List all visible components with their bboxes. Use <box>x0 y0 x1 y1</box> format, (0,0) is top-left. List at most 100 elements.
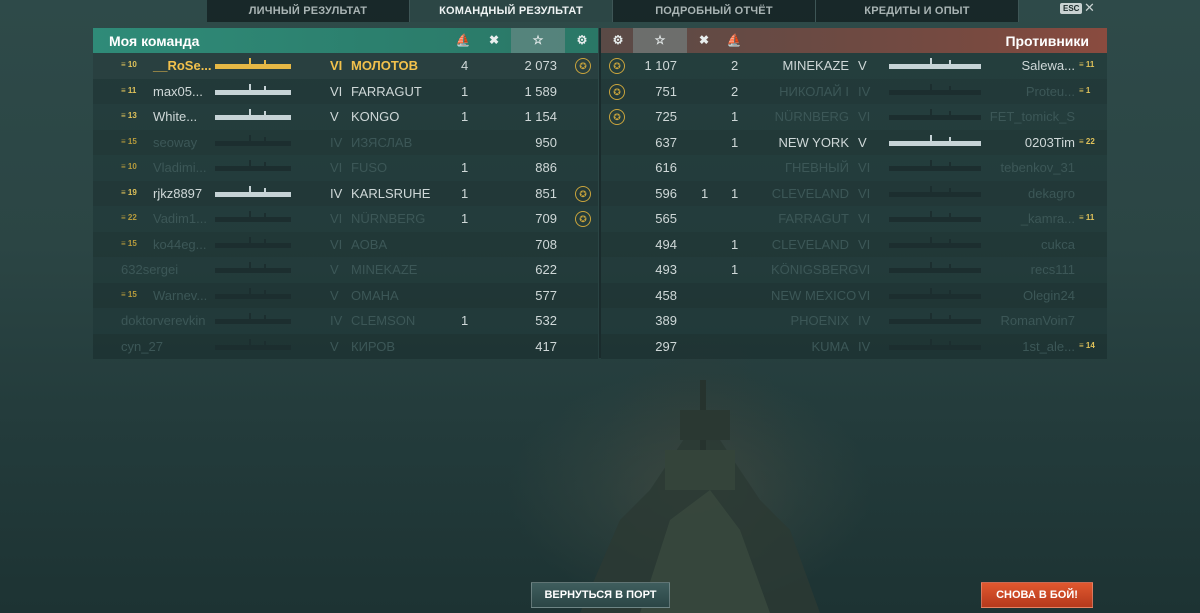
player-name[interactable]: Vladimi... <box>153 160 206 175</box>
ship-tier: V <box>330 287 339 303</box>
player-name[interactable]: __RoSe... <box>153 58 212 73</box>
player-name[interactable]: Salewa... <box>987 58 1075 73</box>
table-row[interactable]: ≡ 10 Vladimi... VI FUSO 1 886 <box>93 155 598 181</box>
table-row[interactable]: ✪ 1 107 2 MINEKAZE V Salewa... ≡ 11 <box>601 53 1107 79</box>
xp-value: 725 <box>655 109 677 124</box>
ship-mast <box>949 60 951 64</box>
ship-mast <box>949 289 951 294</box>
table-row[interactable]: 616 ГНЕВНЫЙ VI tebenkov_31 <box>601 155 1107 181</box>
tab-3[interactable]: ПОДРОБНЫЙ ОТЧЁТ <box>613 0 816 22</box>
ship-name: NÜRNBERG <box>351 211 426 226</box>
player-name[interactable]: White... <box>153 109 197 124</box>
ship-name: PHOENIX <box>790 313 849 328</box>
ship-mast <box>264 289 266 294</box>
tab-4[interactable]: КРЕДИТЫ И ОПЫТ <box>816 0 1019 22</box>
table-row[interactable]: 632sergei V MINEKAZE 622 <box>93 257 598 283</box>
ship-mast <box>264 162 266 166</box>
player-name[interactable]: RomanVoin7 <box>987 313 1075 328</box>
player-name[interactable]: cukca <box>987 237 1075 252</box>
table-row[interactable]: ≡ 19 rjkz8897 IV KARLSRUHE 1 851 ✪ <box>93 180 598 206</box>
kills-count: 1 <box>461 211 469 226</box>
ship-tier: VI <box>330 236 343 252</box>
player-name[interactable]: ko44eg... <box>153 237 207 252</box>
player-name[interactable]: rjkz8897 <box>153 186 202 201</box>
table-row[interactable]: ✪ 725 1 NÜRNBERG VI FET_tomick_S <box>601 104 1107 130</box>
enemy-team-rows: ✪ 1 107 2 MINEKAZE V Salewa... ≡ 11 ✪ 751 2 НИКОЛА… <box>601 53 1107 359</box>
xp-value: 458 <box>655 287 677 303</box>
table-row[interactable]: doktorverevkin IV CLEMSON 1 532 <box>93 308 598 334</box>
tab-2[interactable]: КОМАНДНЫЙ РЕЗУЛЬТАТ <box>410 0 613 22</box>
player-name[interactable]: Vadim1... <box>153 211 207 226</box>
player-name[interactable]: max05... <box>153 84 203 99</box>
table-row[interactable]: ≡ 15 seoway IV ИЗЯСЛАВ 950 <box>93 129 598 155</box>
xp-star-icon: ☆ <box>633 28 687 53</box>
table-row[interactable]: ✪ 751 2 НИКОЛАЙ I IV Proteu... ≡ 1 <box>601 78 1107 104</box>
ship-name: MINEKAZE <box>782 58 849 73</box>
table-row[interactable]: 565 FARRAGUT VI _kamra... ≡ 11 <box>601 206 1107 232</box>
kills-count: 1 <box>731 236 739 252</box>
player-name[interactable]: _kamra... <box>987 211 1075 226</box>
table-row[interactable]: 458 NEW MEXICO VI Olegin24 <box>601 282 1107 308</box>
xp-value: 751 <box>655 83 677 99</box>
table-row[interactable]: cyn_27 V КИРОВ 417 <box>93 333 598 359</box>
rank-badge: ≡ 10 <box>121 60 137 69</box>
player-name[interactable]: doktorverevkin <box>121 313 206 328</box>
rank-badge: ≡ 11 <box>1079 60 1095 69</box>
player-name[interactable]: 0203Tim <box>987 135 1075 150</box>
planes-count: 1 <box>701 185 709 201</box>
player-name[interactable]: Proteu... <box>987 84 1075 99</box>
return-to-port-button[interactable]: ВЕРНУТЬСЯ В ПОРТ <box>531 582 670 608</box>
rank-badge: ≡ 15 <box>121 289 137 299</box>
table-row[interactable]: 596 1 1 CLEVELAND VI dekagro <box>601 180 1107 206</box>
ship-name: NEW YORK <box>778 134 849 150</box>
esc-key-hint[interactable]: ESC <box>1060 3 1083 14</box>
player-name[interactable]: seoway <box>153 135 197 150</box>
table-row[interactable]: ≡ 10 __RoSe... VI МОЛОТОВ 4 2 073 ✪ <box>93 53 598 79</box>
rank-badge: ≡ 1 <box>1079 85 1091 95</box>
xp-value: 532 <box>535 313 557 328</box>
player-name[interactable]: recs111 <box>987 262 1075 277</box>
rank-badge: ≡ 10 <box>121 162 137 171</box>
kills-count: 1 <box>461 185 469 201</box>
ship-name: ГНЕВНЫЙ <box>784 160 849 175</box>
table-row[interactable]: ≡ 22 Vadim1... VI NÜRNBERG 1 709 ✪ <box>93 206 598 232</box>
table-row[interactable]: ≡ 11 max05... VI FARRAGUT 1 1 589 <box>93 78 598 104</box>
player-name[interactable]: 1st_ale... <box>987 339 1075 354</box>
ship-name: NÜRNBERG <box>774 109 849 124</box>
player-name[interactable]: Olegin24 <box>987 288 1075 303</box>
table-row[interactable]: 637 1 NEW YORK V 0203Tim ≡ 22 <box>601 129 1107 155</box>
rank-badge: ≡ 11 <box>1079 213 1095 222</box>
ship-name: KARLSRUHE <box>351 185 431 201</box>
table-row[interactable]: ≡ 15 Warnev... V OMAHA 577 <box>93 282 598 308</box>
ship-mast <box>249 262 251 268</box>
ship-silhouette-icon <box>215 58 291 69</box>
ship-name: KONGO <box>351 109 400 124</box>
table-row[interactable]: 389 PHOENIX IV RomanVoin7 <box>601 308 1107 334</box>
ship-silhouette-icon <box>215 313 291 324</box>
ship-silhouette-icon <box>889 338 981 350</box>
xp-value: 577 <box>535 287 557 303</box>
player-name[interactable]: dekagro <box>987 186 1075 201</box>
table-row[interactable]: 297 KUMA IV 1st_ale... ≡ 14 <box>601 333 1107 359</box>
ship-mast <box>249 58 251 64</box>
ship-mast <box>949 340 951 345</box>
table-row[interactable]: 494 1 CLEVELAND VI cukca <box>601 231 1107 257</box>
player-name[interactable]: cyn_27 <box>121 339 163 354</box>
ship-mast <box>249 185 251 192</box>
player-name[interactable]: FET_tomick_S <box>987 109 1075 124</box>
close-icon[interactable]: ✕ <box>1084 0 1095 16</box>
ship-name: CLEVELAND <box>771 236 849 252</box>
xp-value: 950 <box>535 134 557 150</box>
player-name[interactable]: 632sergei <box>121 262 178 277</box>
tab-1[interactable]: ЛИЧНЫЙ РЕЗУЛЬТАТ <box>207 0 410 22</box>
player-name[interactable]: tebenkov_31 <box>987 160 1075 175</box>
ship-tier: VI <box>330 58 343 73</box>
battle-again-button[interactable]: СНОВА В БОЙ! <box>981 582 1093 608</box>
table-row[interactable]: ≡ 13 White... V KONGO 1 1 154 <box>93 104 598 130</box>
ship-mast <box>264 315 266 319</box>
table-row[interactable]: ≡ 15 ko44eg... VI AOBA 708 <box>93 231 598 257</box>
ship-mast <box>949 264 951 268</box>
table-row[interactable]: 493 1 KÖNIGSBERG VI recs111 <box>601 257 1107 283</box>
ship-mast <box>264 213 266 217</box>
player-name[interactable]: Warnev... <box>153 288 207 303</box>
